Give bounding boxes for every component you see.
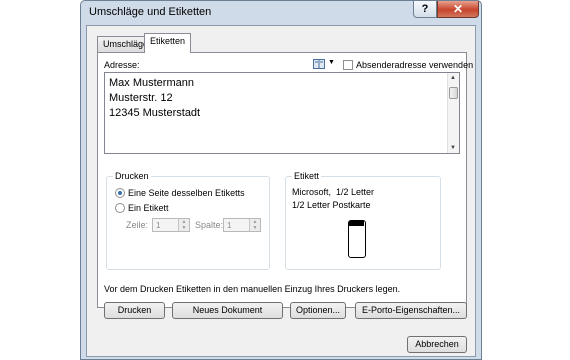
- scroll-up-icon[interactable]: ▲: [450, 75, 456, 81]
- radio-single-label-text[interactable]: Ein Etikett: [128, 203, 169, 213]
- scroll-down-icon[interactable]: ▼: [450, 145, 456, 151]
- column-value[interactable]: 1: [227, 221, 231, 230]
- row-value[interactable]: 1: [156, 221, 160, 230]
- radio-single-label[interactable]: [115, 203, 125, 213]
- tab-etiketten[interactable]: Etiketten: [144, 33, 192, 53]
- address-book-icon[interactable]: [313, 59, 325, 69]
- address-scrollbar[interactable]: ▲ ▼: [447, 73, 459, 153]
- dialog-window: Umschläge und Etiketten ? ✕ Umschläge Et…: [80, 0, 482, 360]
- address-textarea[interactable]: Max Mustermann Musterstr. 12 12345 Muste…: [104, 72, 460, 154]
- row-label: Zeile:: [126, 220, 149, 230]
- radio-full-page-label[interactable]: Eine Seite desselben Etiketts: [128, 188, 245, 198]
- address-text[interactable]: Max Mustermann Musterstr. 12 12345 Muste…: [109, 76, 200, 121]
- use-sender-address-checkbox[interactable]: [343, 60, 353, 70]
- options-button[interactable]: Optionen...: [290, 302, 346, 319]
- help-button[interactable]: ?: [413, 1, 437, 18]
- new-document-button[interactable]: Neues Dokument: [172, 302, 283, 319]
- feed-note: Vor dem Drucken Etiketten in den manuell…: [104, 284, 401, 294]
- row-spin-buttons[interactable]: ▲ ▼: [178, 219, 189, 231]
- use-sender-address-label[interactable]: Absenderadresse verwenden: [356, 60, 473, 70]
- column-label: Spalte:: [195, 220, 224, 230]
- cancel-button[interactable]: Abbrechen: [407, 336, 467, 353]
- title-bar: Umschläge und Etiketten ? ✕: [81, 1, 481, 23]
- close-button[interactable]: ✕: [437, 1, 479, 18]
- row-spinner[interactable]: 1 ▲ ▼: [152, 218, 190, 232]
- column-spinner[interactable]: 1 ▲ ▼: [223, 218, 261, 232]
- address-label: Adresse:: [104, 60, 140, 70]
- print-button[interactable]: Drucken: [104, 302, 165, 319]
- chevron-down-icon[interactable]: ▼: [328, 59, 335, 66]
- label-preview-icon[interactable]: [348, 220, 366, 258]
- print-group: Drucken Eine Seite desselben Etiketts Ei…: [106, 171, 270, 270]
- label-group[interactable]: Etikett Microsoft, 1/2 Letter 1/2 Letter…: [285, 171, 441, 270]
- e-porto-button[interactable]: E-Porto-Eigenschaften...: [355, 302, 467, 319]
- radio-full-page[interactable]: [115, 188, 125, 198]
- label-description[interactable]: Microsoft, 1/2 Letter 1/2 Letter Postkar…: [292, 186, 374, 212]
- scroll-thumb[interactable]: [449, 87, 458, 99]
- dialog-client: Umschläge Etiketten Adresse: ▼ Absendera…: [86, 25, 476, 357]
- label-group-title: Etikett: [292, 171, 322, 181]
- column-spin-buttons[interactable]: ▲ ▼: [249, 219, 260, 231]
- window-title: Umschläge und Etiketten: [89, 6, 212, 18]
- print-group-title: Drucken: [113, 171, 151, 181]
